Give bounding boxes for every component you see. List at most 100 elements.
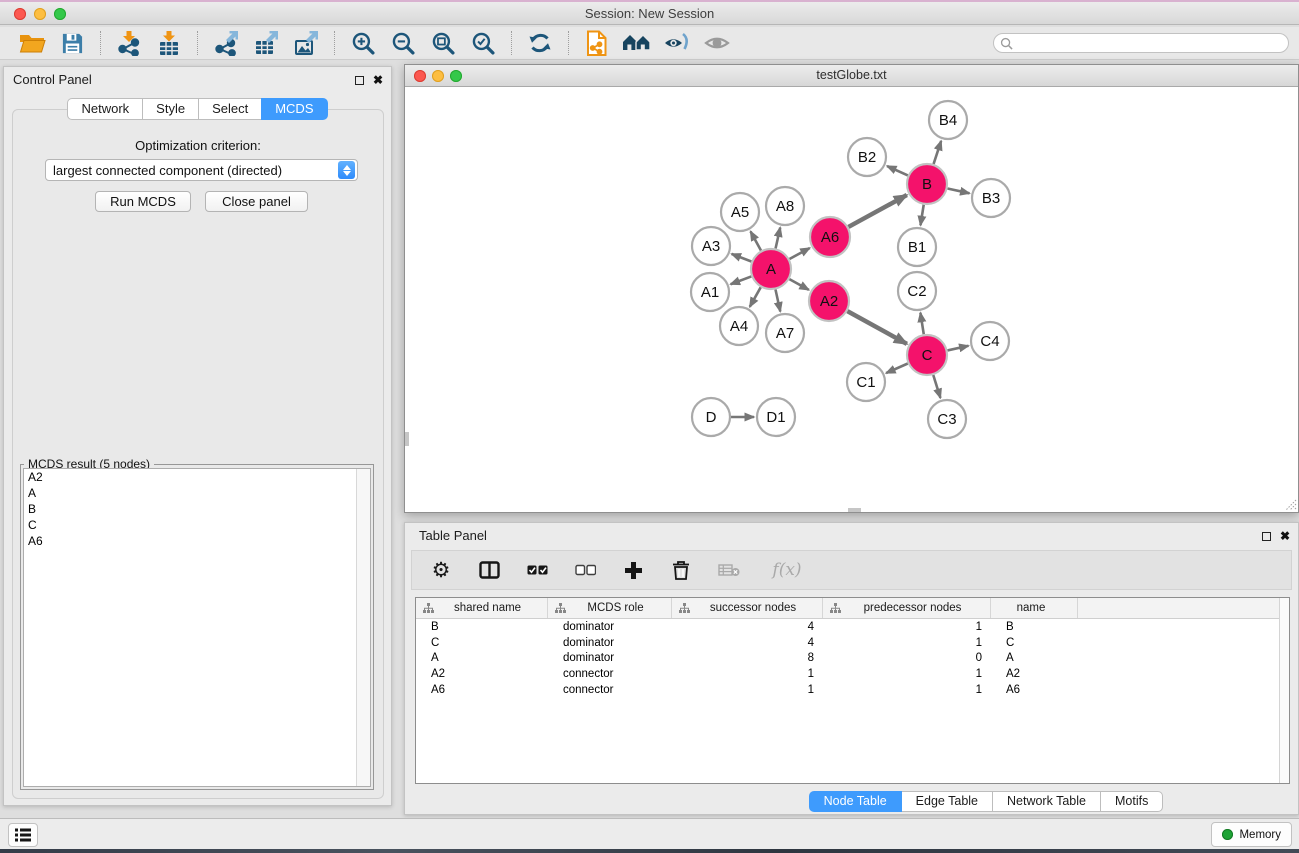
- mcds-result-list[interactable]: A2ABCA6: [23, 468, 371, 787]
- node-A8[interactable]: A8: [766, 187, 804, 225]
- table-scrollbar[interactable]: [1279, 598, 1289, 783]
- cell-MCDS-role[interactable]: dominator: [548, 621, 672, 633]
- delete-columns-button[interactable]: [668, 558, 694, 582]
- tab-mcds[interactable]: MCDS: [261, 98, 327, 120]
- save-session-button[interactable]: [52, 29, 92, 57]
- open-session-button[interactable]: [12, 29, 52, 57]
- zoom-in-button[interactable]: [343, 29, 383, 57]
- edge-A-A6[interactable]: [789, 248, 809, 259]
- cell-MCDS-role[interactable]: dominator: [548, 652, 672, 664]
- cell-shared-name[interactable]: A2: [416, 668, 548, 680]
- cell-successor-nodes[interactable]: 8: [672, 652, 823, 664]
- run-mcds-button[interactable]: Run MCDS: [95, 191, 191, 212]
- tab-style[interactable]: Style: [142, 98, 199, 120]
- cell-predecessor-nodes[interactable]: 1: [823, 637, 991, 649]
- cell-predecessor-nodes[interactable]: 1: [823, 668, 991, 680]
- cell-successor-nodes[interactable]: 1: [672, 668, 823, 680]
- node-A3[interactable]: A3: [692, 227, 730, 265]
- column-header-MCDS-role[interactable]: MCDS role: [548, 598, 672, 618]
- cell-name[interactable]: C: [991, 637, 1078, 649]
- edge-B-B3[interactable]: [948, 188, 970, 193]
- edge-C-C2[interactable]: [920, 313, 923, 335]
- tab-network-table[interactable]: Network Table: [992, 791, 1101, 812]
- import-network-button[interactable]: [109, 29, 149, 57]
- node-B3[interactable]: B3: [972, 179, 1010, 217]
- cell-name[interactable]: B: [991, 621, 1078, 633]
- table-row[interactable]: A2connector11A2: [416, 666, 1289, 682]
- network-graph[interactable]: AA1A2A3A4A5A6A7A8BB1B2B3B4CC1C2C3C4DD1: [405, 87, 1298, 512]
- column-header-successor-nodes[interactable]: successor nodes: [672, 598, 823, 618]
- search-input[interactable]: [1013, 35, 1288, 51]
- node-A2[interactable]: A2: [809, 281, 849, 321]
- cell-name[interactable]: A2: [991, 668, 1078, 680]
- cell-MCDS-role[interactable]: connector: [548, 668, 672, 680]
- zoom-selected-button[interactable]: [463, 29, 503, 57]
- edge-A-A5[interactable]: [751, 231, 761, 250]
- cell-successor-nodes[interactable]: 4: [672, 621, 823, 633]
- cell-successor-nodes[interactable]: 4: [672, 637, 823, 649]
- node-B4[interactable]: B4: [929, 101, 967, 139]
- result-item[interactable]: B: [24, 501, 370, 517]
- node-A[interactable]: A: [751, 249, 791, 289]
- edge-B-B2[interactable]: [887, 166, 908, 175]
- column-header-predecessor-nodes[interactable]: predecessor nodes: [823, 598, 991, 618]
- function-builder-button[interactable]: f(x): [764, 558, 810, 582]
- edge-C-C4[interactable]: [947, 346, 968, 351]
- close-panel-button[interactable]: Close panel: [205, 191, 308, 212]
- node-A1[interactable]: A1: [691, 273, 729, 311]
- show-tasks-button[interactable]: [8, 823, 38, 847]
- node-A5[interactable]: A5: [721, 193, 759, 231]
- cell-shared-name[interactable]: A6: [416, 684, 548, 696]
- tab-select[interactable]: Select: [198, 98, 262, 120]
- import-table-button[interactable]: [149, 29, 189, 57]
- cell-name[interactable]: A: [991, 652, 1078, 664]
- table-row[interactable]: Cdominator41C: [416, 635, 1289, 651]
- show-hide-panels-button[interactable]: [617, 29, 657, 57]
- node-C3[interactable]: C3: [928, 400, 966, 438]
- cell-predecessor-nodes[interactable]: 1: [823, 621, 991, 633]
- float-table-panel-icon[interactable]: [1262, 532, 1271, 541]
- memory-button[interactable]: Memory: [1211, 822, 1292, 847]
- refresh-button[interactable]: [520, 29, 560, 57]
- create-column-button[interactable]: [620, 558, 646, 582]
- cell-MCDS-role[interactable]: connector: [548, 684, 672, 696]
- node-B1[interactable]: B1: [898, 228, 936, 266]
- zoom-out-button[interactable]: [383, 29, 423, 57]
- edge-A-A7[interactable]: [775, 290, 780, 312]
- edge-A-A2[interactable]: [789, 279, 808, 290]
- tab-motifs[interactable]: Motifs: [1100, 791, 1163, 812]
- table-row[interactable]: Bdominator41B: [416, 619, 1289, 635]
- cell-shared-name[interactable]: B: [416, 621, 548, 633]
- edge-A2-C[interactable]: [847, 311, 906, 344]
- edge-A-A4[interactable]: [750, 287, 761, 307]
- tab-network[interactable]: Network: [67, 98, 143, 120]
- cell-shared-name[interactable]: A: [416, 652, 548, 664]
- cell-MCDS-role[interactable]: dominator: [548, 637, 672, 649]
- cell-name[interactable]: A6: [991, 684, 1078, 696]
- zoom-fit-button[interactable]: [423, 29, 463, 57]
- node-A6[interactable]: A6: [810, 217, 850, 257]
- tab-node-table[interactable]: Node Table: [809, 791, 902, 812]
- close-panel-icon[interactable]: ✖: [373, 76, 383, 85]
- edge-B-B1[interactable]: [920, 205, 923, 226]
- show-columns-button[interactable]: [476, 558, 502, 582]
- node-A7[interactable]: A7: [766, 314, 804, 352]
- edge-C-C1[interactable]: [886, 363, 908, 373]
- node-C1[interactable]: C1: [847, 363, 885, 401]
- cell-predecessor-nodes[interactable]: 1: [823, 684, 991, 696]
- node-B[interactable]: B: [907, 164, 947, 204]
- result-item[interactable]: A2: [24, 469, 370, 485]
- result-scrollbar[interactable]: [356, 469, 370, 786]
- edge-B-B4[interactable]: [934, 141, 942, 164]
- delete-table-button[interactable]: [716, 558, 742, 582]
- table-row[interactable]: A6connector11A6: [416, 682, 1289, 698]
- table-settings-button[interactable]: ⚙: [428, 558, 454, 582]
- cell-predecessor-nodes[interactable]: 0: [823, 652, 991, 664]
- export-network-button[interactable]: [206, 29, 246, 57]
- optimization-criterion-select[interactable]: largest connected component (directed): [45, 159, 358, 181]
- edge-A-A1[interactable]: [731, 276, 752, 284]
- export-table-button[interactable]: [246, 29, 286, 57]
- result-item[interactable]: A6: [24, 533, 370, 549]
- cell-successor-nodes[interactable]: 1: [672, 684, 823, 696]
- canvas-hscroll-thumb[interactable]: [848, 508, 861, 512]
